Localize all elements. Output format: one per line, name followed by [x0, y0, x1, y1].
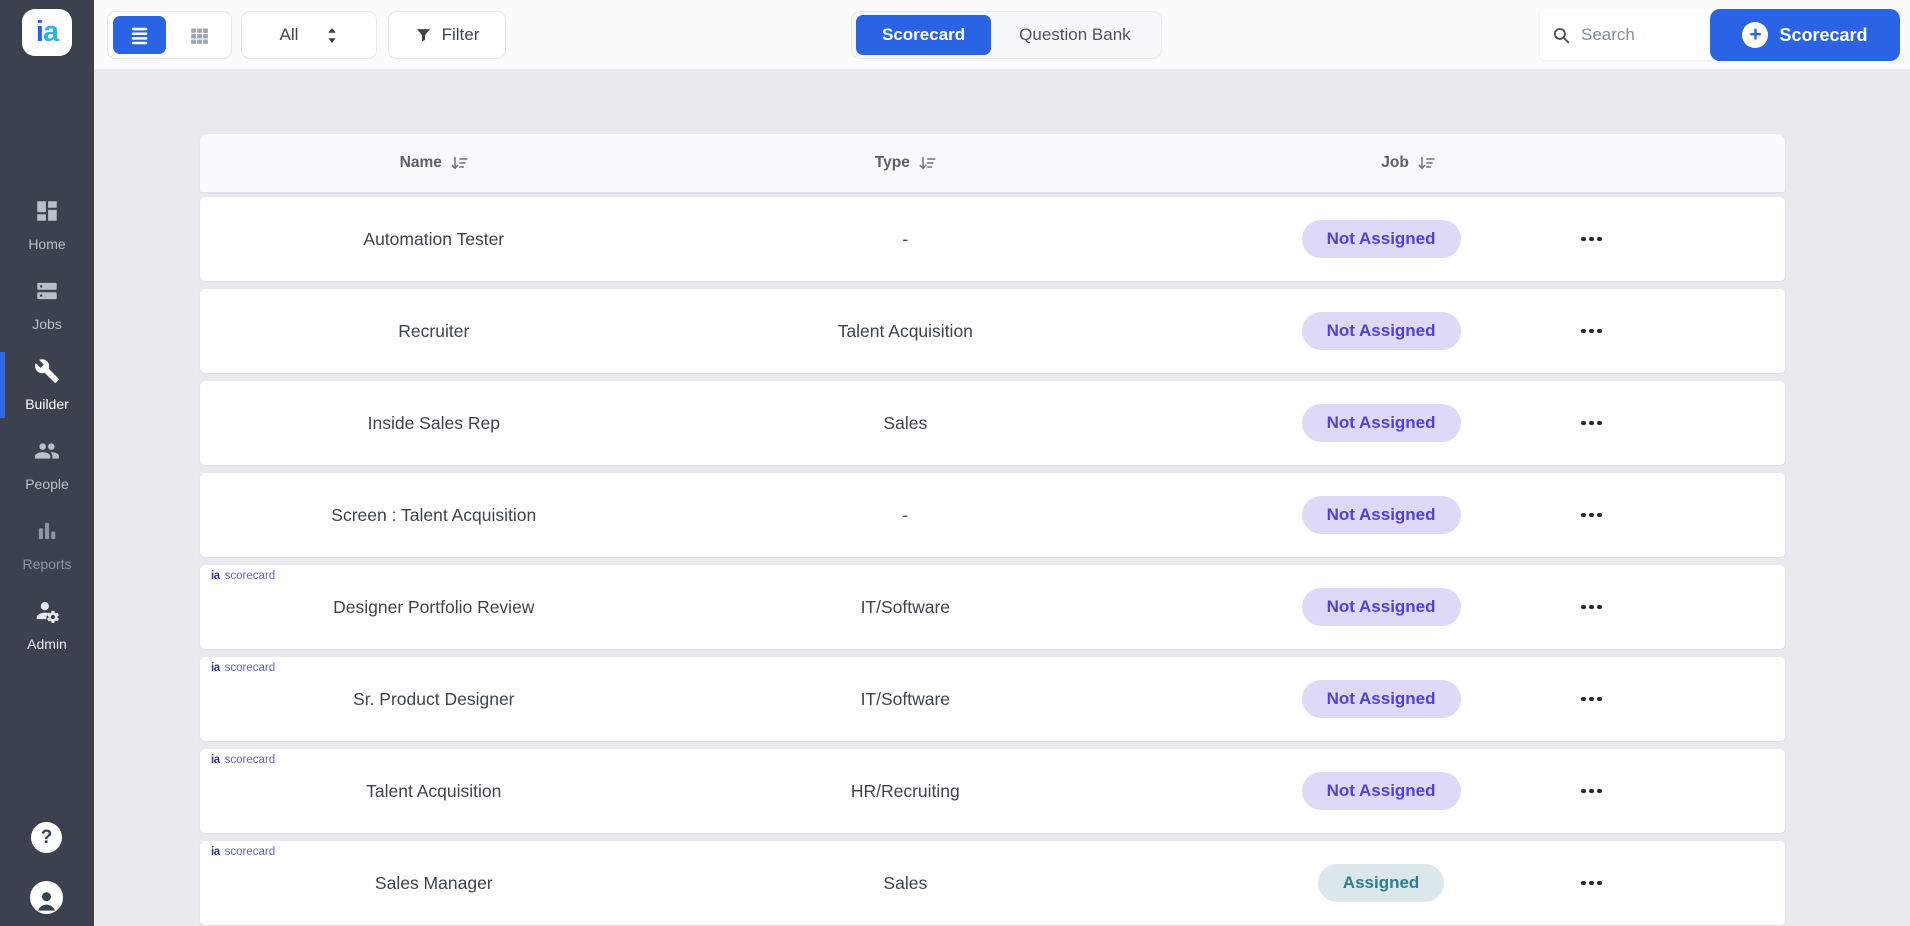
table-row[interactable]: ia scorecard Screen : Talent Acquisition… — [200, 473, 1785, 557]
scorecard-tabs: Scorecard Question Bank — [851, 11, 1162, 59]
job-status-badge: Not Assigned — [1301, 496, 1461, 534]
help-glyph: ? — [40, 826, 53, 848]
sidebar-item-label: Admin — [27, 636, 67, 652]
search-box — [1540, 10, 1720, 60]
ia-logo-mini: ia — [211, 846, 220, 858]
wrench-icon — [34, 358, 60, 389]
sidebar: i a Home Jobs Builder People Reports Adm… — [0, 0, 94, 926]
main-content: Name Type Job ia scorecard Automation Te… — [94, 70, 1910, 926]
logo-letter-i: i — [35, 16, 44, 48]
row-name: Automation Tester — [363, 228, 505, 249]
view-toggle-group — [107, 11, 232, 59]
job-status-badge: Not Assigned — [1301, 312, 1461, 350]
sidebar-nav: Home Jobs Builder People Reports Admin — [0, 185, 94, 665]
row-name: Recruiter — [398, 320, 470, 341]
table-row[interactable]: ia scorecard Sales Manager Sales Assigne… — [200, 841, 1785, 925]
row-type: IT/Software — [860, 596, 951, 617]
topbar: All Filter ScorecardQuestion Bank + Scor… — [94, 0, 1910, 70]
row-name: Screen : Talent Acquisition — [331, 504, 537, 525]
grid-view-button[interactable] — [173, 16, 226, 54]
sort-descending-icon[interactable] — [1417, 156, 1435, 171]
type-filter-value: All — [279, 25, 299, 44]
column-header-type[interactable]: Type — [668, 134, 1144, 192]
filter-label: Filter — [441, 25, 480, 44]
ia-logo-mini: ia — [211, 662, 220, 674]
row-type: HR/Recruiting — [850, 780, 960, 801]
scorecard-type-badge: ia scorecard — [211, 570, 275, 582]
table-row[interactable]: ia scorecard Sr. Product Designer IT/Sof… — [200, 657, 1785, 741]
job-status-badge: Assigned — [1317, 864, 1445, 902]
account-icon[interactable] — [30, 881, 63, 914]
admin-gear-icon — [34, 598, 60, 629]
sort-descending-icon[interactable] — [450, 156, 468, 171]
add-scorecard-button[interactable]: + Scorecard — [1710, 9, 1900, 61]
column-header-name[interactable]: Name — [200, 134, 668, 192]
row-name: Inside Sales Rep — [367, 412, 500, 433]
list-view-icon — [131, 27, 148, 44]
scorecard-badge-label: scorecard — [224, 846, 276, 858]
scorecard-badge-label: scorecard — [224, 570, 276, 582]
filter-button[interactable]: Filter — [388, 11, 506, 59]
scorecard-type-badge: ia scorecard — [211, 662, 275, 674]
tab-scorecard[interactable]: Scorecard — [856, 15, 992, 55]
tab-question-bank[interactable]: Question Bank — [993, 15, 1157, 55]
help-icon[interactable]: ? — [31, 822, 62, 853]
sidebar-item-label: Home — [28, 236, 66, 252]
table-row[interactable]: ia scorecard Recruiter Talent Acquisitio… — [200, 289, 1785, 373]
scorecards-table: Name Type Job ia scorecard Automation Te… — [200, 134, 1785, 925]
table-body: ia scorecard Automation Tester - Not Ass… — [200, 197, 1785, 925]
ia-logo[interactable]: i a — [22, 9, 72, 56]
sidebar-item-label: Jobs — [32, 316, 62, 332]
unfold-arrows-icon — [328, 27, 337, 43]
table-header: Name Type Job — [200, 134, 1785, 192]
sidebar-item-jobs[interactable]: Jobs — [0, 265, 94, 345]
type-filter-select[interactable]: All — [241, 11, 377, 59]
row-type: - — [902, 228, 909, 249]
job-status-badge: Not Assigned — [1301, 220, 1461, 258]
scorecard-badge-label: scorecard — [224, 662, 276, 674]
ia-logo-mini: ia — [211, 570, 220, 582]
sidebar-item-people[interactable]: People — [0, 425, 94, 505]
table-row[interactable]: ia scorecard Automation Tester - Not Ass… — [200, 197, 1785, 281]
bar-chart-icon — [34, 518, 60, 549]
ia-logo-mini: ia — [211, 754, 220, 766]
sidebar-item-label: Reports — [22, 556, 72, 572]
job-status-badge: Not Assigned — [1301, 680, 1461, 718]
row-type: Sales — [883, 872, 928, 893]
job-status-badge: Not Assigned — [1301, 404, 1461, 442]
table-row[interactable]: ia scorecard Inside Sales Rep Sales Not … — [200, 381, 1785, 465]
column-header-job[interactable]: Job — [1198, 134, 1618, 192]
home-dashboard-icon — [34, 198, 60, 229]
grid-view-icon — [191, 28, 208, 44]
logo-letter-a: a — [42, 16, 59, 48]
scorecard-type-badge: ia scorecard — [211, 754, 275, 766]
plus-icon: + — [1742, 22, 1769, 48]
table-row[interactable]: ia scorecard Designer Portfolio Review I… — [200, 565, 1785, 649]
row-type: IT/Software — [860, 688, 951, 709]
table-row[interactable]: ia scorecard Talent Acquisition HR/Recru… — [200, 749, 1785, 833]
job-status-badge: Not Assigned — [1301, 588, 1461, 626]
search-icon — [1553, 27, 1570, 43]
row-type: Talent Acquisition — [837, 320, 973, 341]
row-type: Sales — [883, 412, 928, 433]
search-input[interactable] — [1581, 25, 1701, 45]
scorecard-type-badge: ia scorecard — [211, 846, 275, 858]
person-silhouette-icon — [38, 892, 55, 911]
sort-descending-icon[interactable] — [918, 156, 936, 171]
list-view-button[interactable] — [113, 16, 166, 54]
job-status-badge: Not Assigned — [1301, 772, 1461, 810]
add-scorecard-label: Scorecard — [1779, 24, 1868, 45]
sidebar-item-label: People — [25, 476, 69, 492]
sidebar-item-admin[interactable]: Admin — [0, 585, 94, 665]
scorecard-badge-label: scorecard — [224, 754, 276, 766]
sidebar-item-label: Builder — [25, 396, 69, 412]
row-type: - — [902, 504, 909, 525]
sidebar-item-home[interactable]: Home — [0, 185, 94, 265]
people-icon — [34, 438, 60, 469]
filter-funnel-icon — [416, 28, 430, 41]
jobs-icon — [34, 278, 60, 309]
sidebar-item-builder[interactable]: Builder — [0, 345, 94, 425]
sidebar-item-reports[interactable]: Reports — [0, 505, 94, 585]
